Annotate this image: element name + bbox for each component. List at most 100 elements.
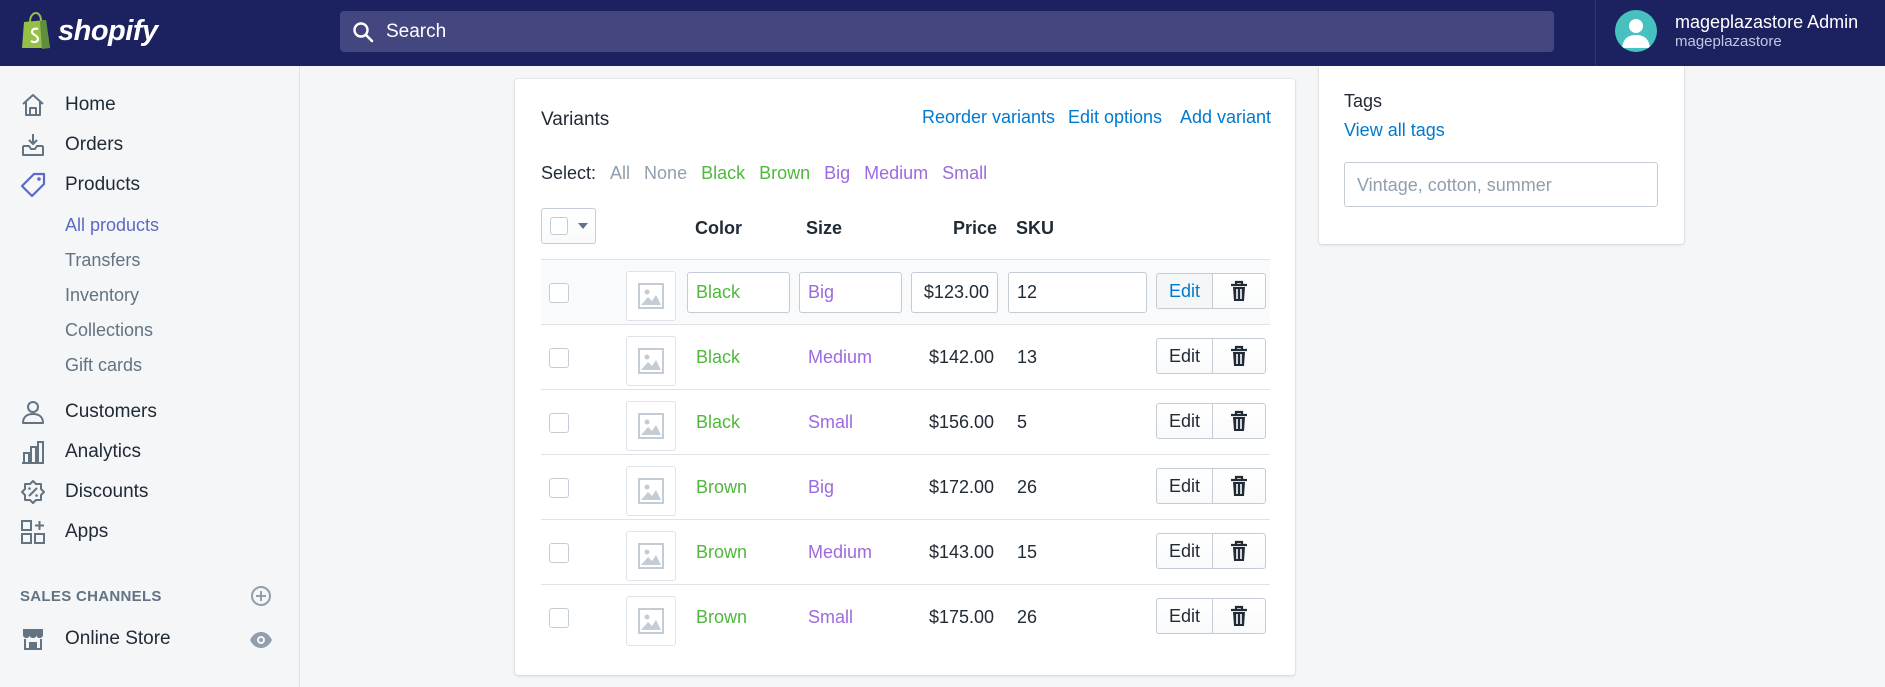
image-placeholder-icon bbox=[638, 348, 664, 374]
add-channel-icon[interactable] bbox=[250, 585, 272, 607]
sidebar-item-home[interactable]: Home bbox=[20, 92, 116, 118]
price-field[interactable]: $123.00 bbox=[911, 272, 998, 313]
sidebar-item-label: Apps bbox=[65, 521, 109, 542]
trash-icon bbox=[1231, 280, 1247, 301]
table-row[interactable]: Black Medium $142.00 13 Edit bbox=[541, 324, 1270, 389]
select-small-link[interactable]: Small bbox=[942, 163, 987, 184]
divider bbox=[1595, 0, 1596, 66]
sales-channels-heading: SALES CHANNELS bbox=[20, 588, 162, 605]
select-black-link[interactable]: Black bbox=[701, 163, 745, 184]
table-row[interactable]: Black Big $123.00 12 Edit bbox=[541, 259, 1270, 324]
row-checkbox[interactable] bbox=[549, 283, 569, 303]
eye-icon[interactable] bbox=[249, 628, 273, 652]
column-header-sku: SKU bbox=[1016, 218, 1055, 238]
search-placeholder: Search bbox=[386, 20, 447, 42]
variant-image[interactable] bbox=[626, 466, 676, 516]
column-header-price: Price bbox=[953, 218, 998, 238]
sidebar-item-orders[interactable]: Orders bbox=[20, 132, 123, 158]
brand-name: shopify bbox=[58, 14, 158, 47]
delete-button[interactable] bbox=[1212, 403, 1266, 439]
sidebar-item-label: Orders bbox=[65, 134, 124, 155]
variant-size: Medium bbox=[808, 347, 873, 367]
tags-input[interactable]: Vintage, cotton, summer bbox=[1344, 162, 1658, 207]
tag-icon bbox=[20, 172, 46, 198]
column-header-color: Color bbox=[695, 218, 742, 238]
edit-options-link[interactable]: Edit options bbox=[1068, 107, 1162, 128]
sidebar-item-discounts[interactable]: Discounts bbox=[20, 479, 148, 505]
sidebar-item-products[interactable]: Products bbox=[20, 172, 140, 198]
user-avatar-icon bbox=[1622, 19, 1650, 48]
shopping-bag-icon bbox=[22, 12, 50, 49]
delete-button[interactable] bbox=[1212, 533, 1266, 569]
sidebar-subitem-collections[interactable]: Collections bbox=[65, 320, 153, 341]
view-all-tags-link[interactable]: View all tags bbox=[1344, 120, 1445, 141]
row-checkbox[interactable] bbox=[549, 348, 569, 368]
edit-button[interactable]: Edit bbox=[1156, 598, 1213, 634]
sidebar-item-label: Analytics bbox=[65, 441, 142, 462]
select-none-link[interactable]: None bbox=[644, 163, 687, 184]
search-input[interactable]: Search bbox=[340, 11, 1554, 52]
sidebar-item-apps[interactable]: Apps bbox=[20, 519, 108, 545]
variant-size: Small bbox=[808, 412, 854, 432]
table-row[interactable]: Black Small $156.00 5 Edit bbox=[541, 389, 1270, 454]
orders-icon bbox=[22, 134, 44, 156]
delete-button[interactable] bbox=[1212, 273, 1266, 309]
row-checkbox[interactable] bbox=[549, 543, 569, 563]
image-placeholder-icon bbox=[638, 283, 664, 309]
user-store: mageplazastore bbox=[1675, 33, 1782, 50]
select-medium-link[interactable]: Medium bbox=[864, 163, 928, 184]
variant-image[interactable] bbox=[626, 271, 676, 321]
sidebar-subitem-transfers[interactable]: Transfers bbox=[65, 250, 140, 271]
edit-button[interactable]: Edit bbox=[1156, 338, 1213, 374]
variant-price: $175.00 bbox=[929, 607, 995, 627]
variant-sku: 13 bbox=[1017, 347, 1038, 367]
row-checkbox[interactable] bbox=[549, 608, 569, 628]
variant-color: Black bbox=[696, 412, 741, 432]
sidebar-item-label: Online Store bbox=[65, 628, 171, 649]
row-checkbox[interactable] bbox=[549, 413, 569, 433]
delete-button[interactable] bbox=[1212, 338, 1266, 374]
edit-button[interactable]: Edit bbox=[1156, 533, 1213, 569]
table-row[interactable]: Brown Medium $143.00 15 Edit bbox=[541, 519, 1270, 584]
variant-image[interactable] bbox=[626, 401, 676, 451]
sidebar-subitem-inventory[interactable]: Inventory bbox=[65, 285, 139, 306]
variant-sku: 15 bbox=[1017, 542, 1038, 562]
select-all-checkbox[interactable] bbox=[550, 217, 568, 235]
edit-button[interactable]: Edit bbox=[1156, 403, 1213, 439]
sidebar-subitem-all-products[interactable]: All products bbox=[65, 215, 159, 236]
variants-card: Variants Reorder variants Edit options A… bbox=[515, 79, 1295, 675]
variant-price: $172.00 bbox=[929, 477, 995, 497]
bar-chart-icon bbox=[22, 441, 44, 464]
color-field[interactable]: Black bbox=[687, 272, 790, 313]
table-row[interactable]: Brown Small $175.00 26 Edit bbox=[541, 584, 1270, 649]
sidebar-item-analytics[interactable]: Analytics bbox=[20, 439, 141, 465]
add-variant-link[interactable]: Add variant bbox=[1180, 107, 1271, 128]
trash-icon bbox=[1231, 605, 1247, 626]
column-header-size: Size bbox=[806, 218, 843, 238]
size-field[interactable]: Big bbox=[799, 272, 902, 313]
delete-button[interactable] bbox=[1212, 468, 1266, 504]
variant-image[interactable] bbox=[626, 336, 676, 386]
variant-image[interactable] bbox=[626, 531, 676, 581]
delete-button[interactable] bbox=[1212, 598, 1266, 634]
trash-icon bbox=[1231, 475, 1247, 496]
sidebar-item-online-store[interactable]: Online Store bbox=[20, 626, 171, 652]
shopify-logo[interactable]: shopify bbox=[20, 12, 158, 50]
sku-field[interactable]: 12 bbox=[1008, 272, 1147, 313]
trash-icon bbox=[1231, 540, 1247, 561]
reorder-variants-link[interactable]: Reorder variants bbox=[922, 107, 1055, 128]
sidebar-item-customers[interactable]: Customers bbox=[20, 399, 157, 425]
select-brown-link[interactable]: Brown bbox=[759, 163, 810, 184]
user-menu[interactable]: mageplazastore Admin mageplazastore bbox=[1615, 10, 1858, 52]
sidebar-subitem-gift-cards[interactable]: Gift cards bbox=[65, 355, 142, 376]
variant-price: $156.00 bbox=[929, 412, 995, 432]
edit-button[interactable]: Edit bbox=[1156, 273, 1213, 309]
select-big-link[interactable]: Big bbox=[824, 163, 850, 184]
edit-button[interactable]: Edit bbox=[1156, 468, 1213, 504]
select-all-link[interactable]: All bbox=[610, 163, 630, 184]
row-checkbox[interactable] bbox=[549, 478, 569, 498]
sidebar: Home Orders Products All products Transf… bbox=[0, 66, 300, 687]
table-row[interactable]: Brown Big $172.00 26 Edit bbox=[541, 454, 1270, 519]
variant-image[interactable] bbox=[626, 596, 676, 646]
bulk-select-dropdown[interactable] bbox=[541, 208, 596, 244]
